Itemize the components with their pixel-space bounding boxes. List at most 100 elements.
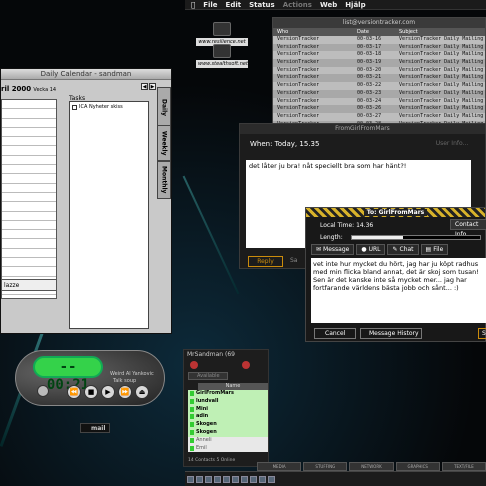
contact-info-button[interactable]: Contact Info: [450, 219, 486, 238]
tab-monthly[interactable]: Monthly: [157, 161, 171, 199]
tab-url[interactable]: ● URL: [356, 244, 386, 255]
app-icon[interactable]: [241, 475, 248, 483]
time-slot[interactable]: [2, 109, 56, 119]
app-icon[interactable]: [214, 475, 221, 483]
alert-icon[interactable]: [242, 361, 250, 369]
buddy-item[interactable]: lundvall: [188, 397, 268, 406]
tasks-list[interactable]: ICA Nyheter skiss: [69, 101, 149, 329]
time-slot[interactable]: [2, 212, 56, 221]
task-item[interactable]: ICA Nyheter skiss: [72, 104, 123, 110]
table-row[interactable]: VersionTracker 00-03-24 VersionTracker Dai…: [273, 97, 485, 106]
time-slot[interactable]: [2, 249, 56, 259]
tab-daily[interactable]: Daily: [157, 87, 171, 129]
next-icon[interactable]: ▶: [149, 83, 156, 90]
reply-button[interactable]: Reply: [248, 256, 283, 267]
menu-help[interactable]: Hjälp: [345, 1, 365, 9]
time-slot[interactable]: [2, 165, 56, 175]
buddy-item[interactable]: adin: [188, 413, 268, 422]
column-who[interactable]: Who: [273, 28, 353, 36]
tab-weekly[interactable]: Weekly: [157, 125, 171, 161]
buddy-item[interactable]: GirlFromMars: [188, 390, 268, 398]
buddy-item-offline[interactable]: Emil: [188, 444, 268, 453]
table-row[interactable]: VersionTracker 00-03-18 VersionTracker Dai…: [273, 51, 485, 60]
table-row[interactable]: VersionTracker 00-03-17 VersionTracker Dai…: [273, 43, 485, 52]
menu-status[interactable]: Status: [249, 1, 275, 9]
forward-icon[interactable]: ⏩: [118, 385, 132, 399]
user-info-button[interactable]: User Info...: [432, 138, 472, 150]
window-title[interactable]: To: GirlFromMars: [306, 208, 485, 217]
dock-tab[interactable]: MEDIA: [257, 462, 302, 471]
app-icon[interactable]: [232, 475, 239, 483]
block-icon[interactable]: [190, 361, 198, 369]
table-row[interactable]: VersionTracker 00-03-22 VersionTracker Dai…: [273, 82, 485, 90]
time-slot[interactable]: [2, 193, 56, 203]
buddy-item-offline[interactable]: Anneli: [188, 436, 268, 445]
app-icon[interactable]: [250, 475, 257, 483]
eject-icon[interactable]: ⏏: [135, 385, 149, 399]
time-slot[interactable]: [2, 295, 56, 298]
time-slot[interactable]: [2, 137, 56, 147]
column-date[interactable]: Date: [353, 28, 395, 36]
time-slot[interactable]: [2, 100, 56, 110]
time-slot[interactable]: [2, 239, 56, 249]
volume-knob[interactable]: [37, 385, 49, 397]
play-icon[interactable]: ▶: [101, 385, 115, 399]
dock-tab[interactable]: TEXT/FILE: [441, 462, 486, 471]
table-row[interactable]: VersionTracker 00-03-21 VersionTracker Dai…: [273, 74, 485, 83]
desktop-bookmark[interactable]: www.resilience.net: [196, 22, 248, 46]
app-icon[interactable]: [205, 475, 212, 483]
table-row[interactable]: VersionTracker 00-03-27 VersionTracker Dai…: [273, 112, 485, 121]
time-slot[interactable]: [2, 146, 56, 156]
app-icon[interactable]: [187, 475, 194, 483]
tab-message[interactable]: ✉ Message: [311, 244, 355, 255]
window-title[interactable]: FromGirlFromMars: [240, 124, 485, 134]
menu-edit[interactable]: Edit: [226, 1, 242, 9]
time-slot[interactable]: [2, 156, 56, 166]
time-slot[interactable]: [2, 230, 56, 240]
app-icon[interactable]: [223, 475, 230, 483]
desktop-bookmark[interactable]: www.stealthsoft.net: [196, 44, 248, 68]
time-slot[interactable]: [2, 202, 56, 212]
rewind-icon[interactable]: ⏪: [67, 385, 81, 399]
menu-web[interactable]: Web: [320, 1, 337, 9]
dock-tab[interactable]: STUFFING: [303, 462, 348, 471]
checkbox[interactable]: [72, 104, 77, 110]
dock-tab[interactable]: GRAPHICS: [395, 462, 440, 471]
compose-text[interactable]: vet inte hur mycket du hört, jag har ju …: [311, 258, 486, 323]
app-icon[interactable]: [196, 475, 203, 483]
time-slot[interactable]: [2, 174, 56, 184]
cancel-button[interactable]: Cancel: [314, 328, 356, 339]
message-history-button[interactable]: Message History: [360, 328, 422, 339]
app-icon[interactable]: [268, 475, 275, 483]
dock-tab[interactable]: NETWORK: [349, 462, 394, 471]
app-icon[interactable]: [259, 475, 266, 483]
send-button[interactable]: S: [478, 328, 486, 339]
calendar-day-slots[interactable]: [1, 99, 57, 299]
tab-file[interactable]: ▤ File: [420, 244, 449, 255]
table-row[interactable]: VersionTracker 00-03-16 VersionTracker Dai…: [273, 36, 485, 44]
buddy-item[interactable]: Skogen: [188, 421, 268, 429]
table-row[interactable]: VersionTracker 00-03-19 VersionTracker Dai…: [273, 59, 485, 67]
window-title[interactable]: Daily Calendar - sandman: [1, 69, 171, 80]
column-subject[interactable]: Subject: [395, 28, 418, 36]
time-slot[interactable]: [2, 128, 56, 138]
menu-file[interactable]: File: [203, 1, 217, 9]
table-row[interactable]: VersionTracker 00-03-23 VersionTracker Dai…: [273, 89, 485, 98]
window-title[interactable]: MrSandman (69: [184, 350, 268, 359]
table-row[interactable]: VersionTracker 00-03-26 VersionTracker Dai…: [273, 105, 485, 113]
status-select[interactable]: Available: [188, 372, 228, 380]
time-slot[interactable]: [2, 119, 56, 128]
apple-menu-icon[interactable]: : [191, 1, 195, 9]
name-column-header[interactable]: Name: [198, 383, 268, 390]
buddy-item[interactable]: Skogen: [188, 428, 268, 437]
time-slot[interactable]: [2, 221, 56, 231]
table-row[interactable]: VersionTracker 00-03-20 VersionTracker Dai…: [273, 66, 485, 75]
calendar-note-field[interactable]: lazze: [1, 279, 57, 291]
stop-icon[interactable]: ■: [84, 385, 98, 399]
buddy-item[interactable]: Mini: [188, 405, 268, 414]
window-title[interactable]: list@versiontracker.com: [273, 18, 485, 28]
prev-icon[interactable]: ◀: [141, 83, 148, 90]
mail-button[interactable]: mail: [80, 423, 110, 433]
time-slot[interactable]: [2, 267, 56, 277]
time-slot[interactable]: [2, 184, 56, 193]
